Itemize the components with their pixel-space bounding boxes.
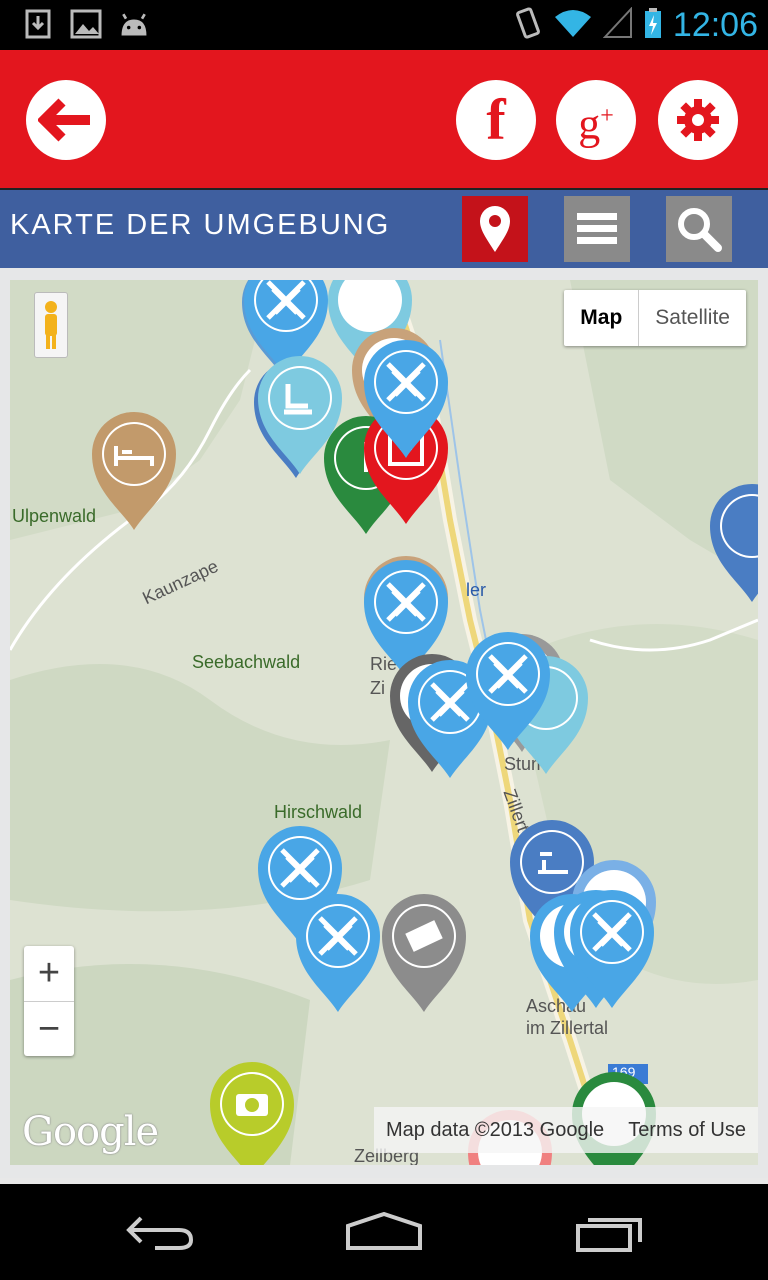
search-button[interactable] bbox=[666, 196, 732, 262]
map-type-map-button[interactable]: Map bbox=[564, 290, 640, 346]
street-view-pegman[interactable] bbox=[34, 292, 68, 358]
nav-recents-button[interactable] bbox=[560, 1204, 660, 1260]
signal-icon bbox=[602, 6, 633, 43]
system-icons: 12:06 bbox=[513, 4, 758, 46]
app-header: f g+ bbox=[0, 50, 768, 188]
pegman-icon bbox=[45, 301, 57, 349]
googleplus-button[interactable]: g+ bbox=[556, 80, 636, 160]
map-attribution: Map data ©2013 Google Terms of Use bbox=[373, 1107, 758, 1153]
status-bar: 12:06 bbox=[0, 0, 768, 50]
map-pin-icon bbox=[480, 206, 510, 252]
settings-button[interactable] bbox=[658, 80, 738, 160]
back-arrow-icon bbox=[38, 98, 90, 142]
map-markers bbox=[92, 280, 758, 1165]
notification-icons bbox=[22, 8, 150, 40]
page-title: KARTE DER UMGEBUNG bbox=[10, 209, 391, 241]
wifi-icon bbox=[553, 7, 593, 43]
nav-home-button[interactable] bbox=[334, 1204, 434, 1260]
facebook-icon: f bbox=[486, 87, 506, 152]
terms-of-use-link[interactable]: Terms of Use bbox=[628, 1119, 746, 1142]
download-icon bbox=[22, 8, 54, 40]
facebook-button[interactable]: f bbox=[456, 80, 536, 160]
gear-icon bbox=[677, 99, 719, 141]
zoom-control: + − bbox=[24, 946, 74, 1056]
zoom-in-button[interactable]: + bbox=[24, 946, 74, 1002]
map-type-control: Map Satellite bbox=[564, 290, 746, 346]
system-navigation-bar bbox=[0, 1184, 768, 1280]
back-icon bbox=[126, 1216, 194, 1250]
back-button[interactable] bbox=[26, 80, 106, 160]
clock: 12:06 bbox=[672, 6, 758, 44]
map-view-button[interactable] bbox=[462, 196, 528, 262]
map-container: Ulpenwald Kaunzape Seebachwald Hirschwal… bbox=[0, 268, 768, 1178]
map-view[interactable]: Ulpenwald Kaunzape Seebachwald Hirschwal… bbox=[10, 280, 758, 1165]
zoom-out-button[interactable]: − bbox=[24, 1002, 74, 1057]
google-logo: Google bbox=[22, 1109, 159, 1155]
recents-icon bbox=[576, 1218, 642, 1252]
map-type-satellite-button[interactable]: Satellite bbox=[639, 290, 746, 346]
search-icon bbox=[678, 208, 722, 252]
nav-back-button[interactable] bbox=[110, 1204, 210, 1260]
map-data-text: Map data ©2013 Google bbox=[385, 1118, 605, 1141]
title-bar: KARTE DER UMGEBUNG bbox=[0, 190, 768, 268]
googleplus-icon: g+ bbox=[578, 99, 614, 149]
image-icon bbox=[70, 8, 102, 40]
vibrate-icon bbox=[513, 7, 543, 43]
battery-charging-icon bbox=[643, 7, 663, 43]
list-view-button[interactable] bbox=[564, 196, 630, 262]
list-icon bbox=[577, 213, 617, 244]
home-icon bbox=[346, 1212, 422, 1250]
android-icon bbox=[118, 8, 150, 40]
